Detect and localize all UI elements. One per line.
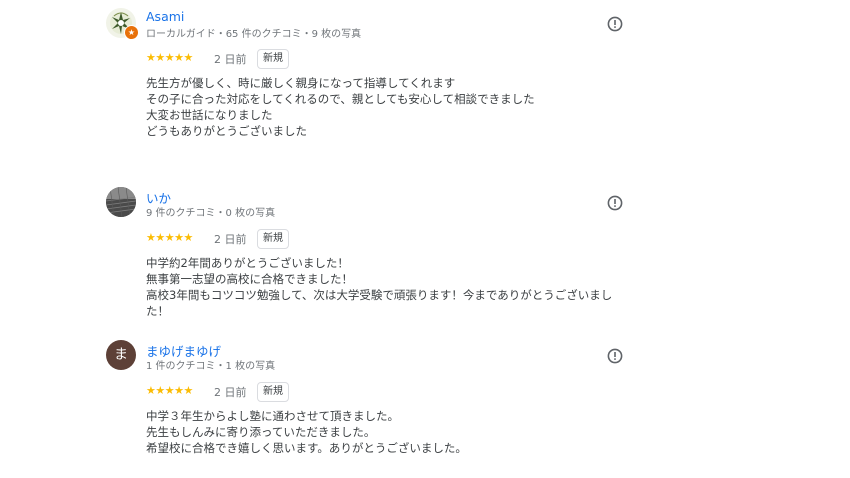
review-text-line: 先生方が優しく、時に厳しく親身になって指導してくれます xyxy=(146,76,456,90)
star-rating: ★★★★★ xyxy=(146,231,193,244)
star-rating: ★★★★★ xyxy=(146,51,193,64)
review-text-line: 中学約2年間ありがとうございました！ xyxy=(146,256,349,270)
new-badge: 新規 xyxy=(257,229,289,249)
review-text-line: 先生もしんみに寄り添っていただきました。 xyxy=(146,425,376,439)
new-badge: 新規 xyxy=(257,49,289,69)
avatar[interactable] xyxy=(106,187,136,217)
new-badge: 新規 xyxy=(257,382,289,402)
reviewer-meta[interactable]: 9 件のクチコミ・0 枚の写真 xyxy=(146,204,275,219)
review-text-line: た！ xyxy=(146,304,169,318)
review-text-line: 高校3年間もコツコツ勉強して、次は大学受験で頑張ります！今までありがとうございま… xyxy=(146,288,613,302)
review-text-line: 大変お世話になりました xyxy=(146,108,273,122)
report-icon[interactable] xyxy=(607,195,623,211)
review-text-line: 無事第一志望の高校に合格できました！ xyxy=(146,272,353,286)
star-icon: ★ xyxy=(127,28,136,37)
review-text: 中学約2年間ありがとうございました！ 無事第一志望の高校に合格できました！ 高校… xyxy=(146,255,636,319)
reviewer-meta[interactable]: ローカルガイド・65 件のクチコミ・9 枚の写真 xyxy=(146,25,361,40)
star-rating: ★★★★★ xyxy=(146,384,193,397)
review-date: 2 日前 xyxy=(214,53,247,66)
local-guide-badge: ★ xyxy=(124,25,139,40)
review-date: 2 日前 xyxy=(214,233,247,246)
report-icon[interactable] xyxy=(607,16,623,32)
review-text-line: どうもありがとうございました xyxy=(146,124,307,138)
review-text: 中学３年生からよし塾に通わさせて頂きました。 先生もしんみに寄り添っていただきま… xyxy=(146,408,636,456)
report-icon[interactable] xyxy=(607,348,623,364)
review-date: 2 日前 xyxy=(214,386,247,399)
review-text: 先生方が優しく、時に厳しく親身になって指導してくれます その子に合った対応をして… xyxy=(146,75,636,139)
review-text-line: 中学３年生からよし塾に通わさせて頂きました。 xyxy=(146,409,399,423)
avatar[interactable]: ま xyxy=(106,340,136,370)
reviewer-meta[interactable]: 1 件のクチコミ・1 枚の写真 xyxy=(146,357,275,372)
review-text-line: 希望校に合格でき嬉しく思います。ありがとうございました。 xyxy=(146,441,467,455)
review-text-line: その子に合った対応をしてくれるので、親としても安心して相談できました xyxy=(146,92,535,106)
reviewer-name[interactable]: Asami xyxy=(146,9,184,24)
